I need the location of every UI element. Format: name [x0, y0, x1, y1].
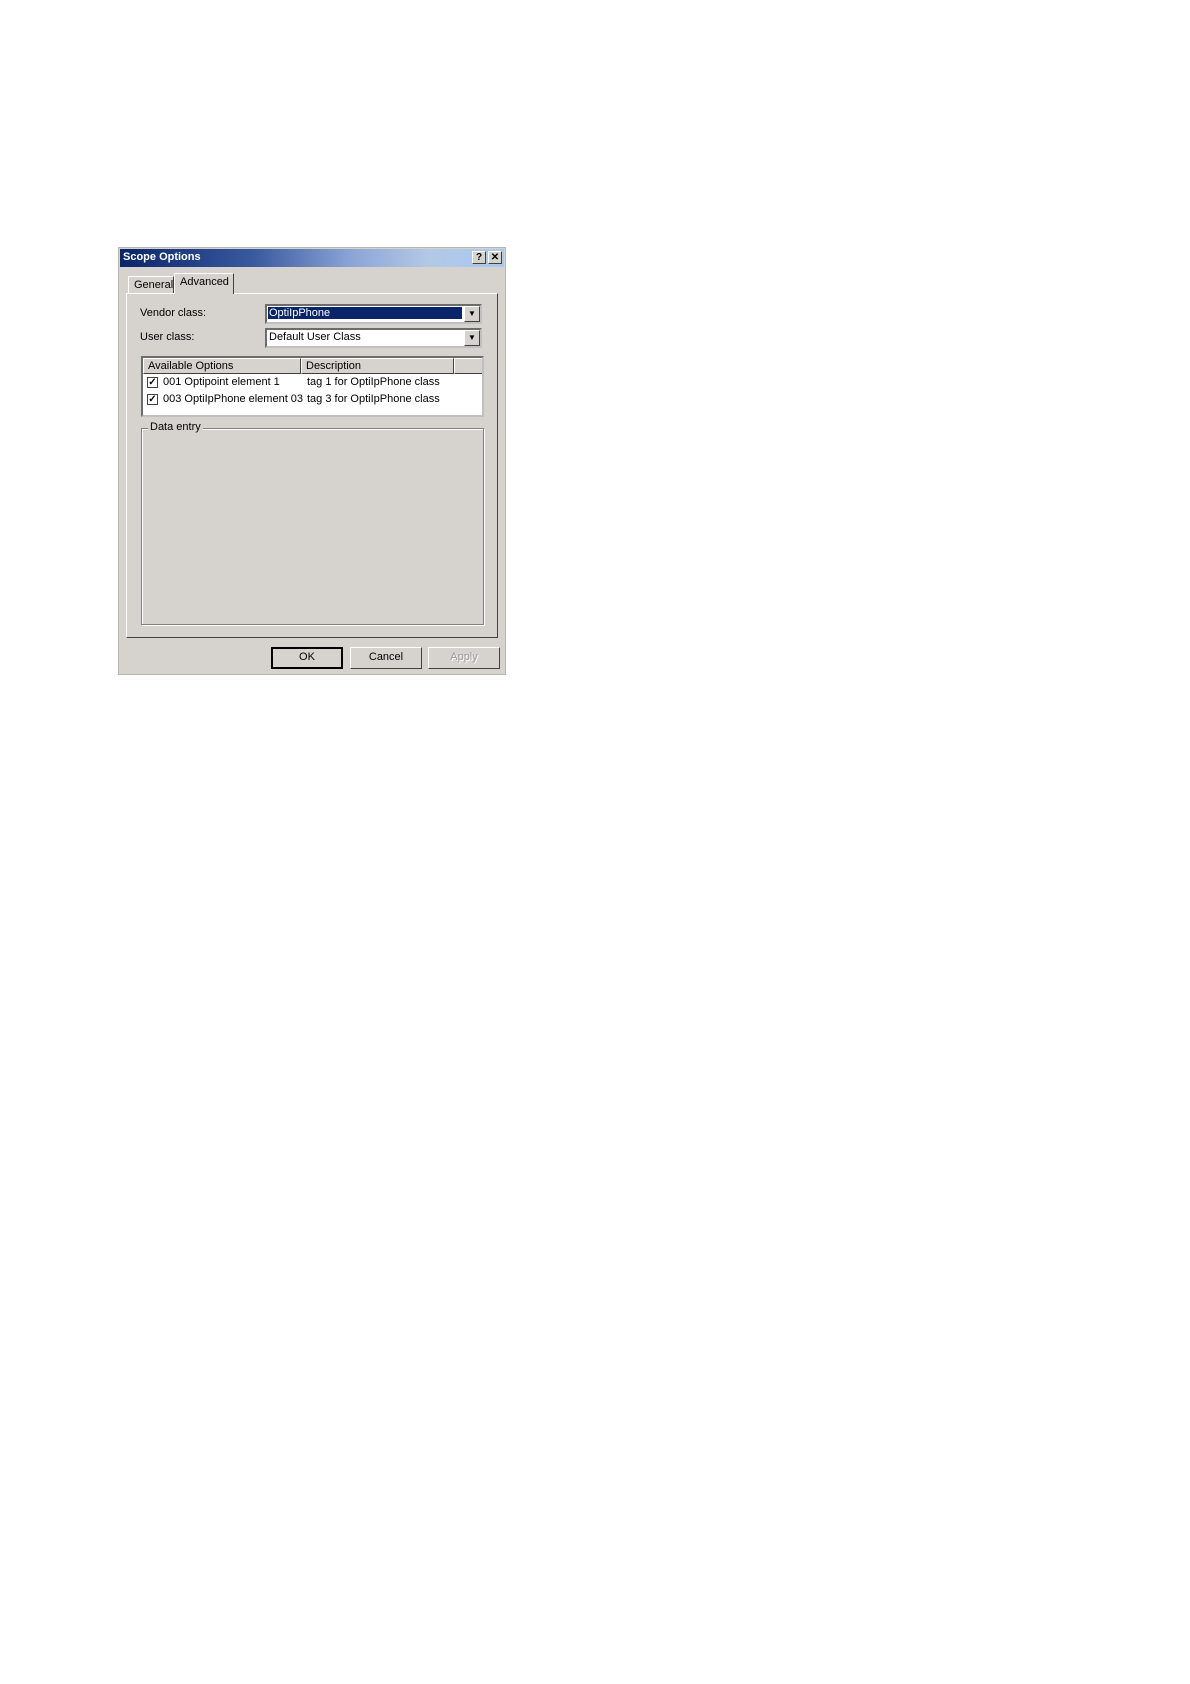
- chevron-down-icon[interactable]: ▼: [464, 330, 480, 346]
- vendor-class-label: Vendor class:: [140, 307, 207, 319]
- close-icon[interactable]: ✕: [488, 251, 502, 264]
- chevron-down-icon[interactable]: ▼: [464, 306, 480, 322]
- title-bar[interactable]: Scope Options ? ✕: [120, 249, 504, 267]
- option-name: 003 OptiIpPhone element 03: [163, 393, 304, 405]
- available-options-list[interactable]: Available Options Description ✓ 001 Opti…: [141, 356, 484, 417]
- list-item[interactable]: ✓ 003 OptiIpPhone element 03 tag 3 for O…: [143, 392, 482, 408]
- apply-button[interactable]: Apply: [428, 647, 500, 669]
- user-class-label: User class:: [140, 331, 195, 343]
- column-available-options[interactable]: Available Options: [143, 358, 301, 374]
- vendor-class-value: OptiIpPhone: [268, 307, 462, 319]
- tab-advanced[interactable]: Advanced: [174, 273, 234, 294]
- cancel-button[interactable]: Cancel: [350, 647, 422, 669]
- checkbox-option-001[interactable]: ✓: [147, 377, 158, 388]
- option-name: 001 Optipoint element 1: [163, 376, 280, 388]
- vendor-class-select[interactable]: OptiIpPhone ▼: [265, 304, 482, 324]
- option-description: tag 3 for OptiIpPhone class: [307, 393, 440, 405]
- data-entry-group: Data entry: [141, 421, 484, 625]
- data-entry-label: Data entry: [148, 421, 203, 433]
- list-item[interactable]: ✓ 001 Optipoint element 1 tag 1 for Opti…: [143, 375, 482, 391]
- ok-button[interactable]: OK: [271, 647, 343, 669]
- user-class-value: Default User Class: [269, 331, 361, 343]
- column-description[interactable]: Description: [301, 358, 454, 374]
- option-description: tag 1 for OptiIpPhone class: [307, 376, 440, 388]
- help-icon[interactable]: ?: [472, 251, 486, 264]
- window-title: Scope Options: [123, 251, 201, 263]
- checkbox-option-003[interactable]: ✓: [147, 394, 158, 405]
- user-class-select[interactable]: Default User Class ▼: [265, 328, 482, 348]
- tab-general[interactable]: General: [128, 276, 174, 294]
- column-spacer: [454, 358, 482, 374]
- list-header: Available Options Description: [143, 358, 482, 374]
